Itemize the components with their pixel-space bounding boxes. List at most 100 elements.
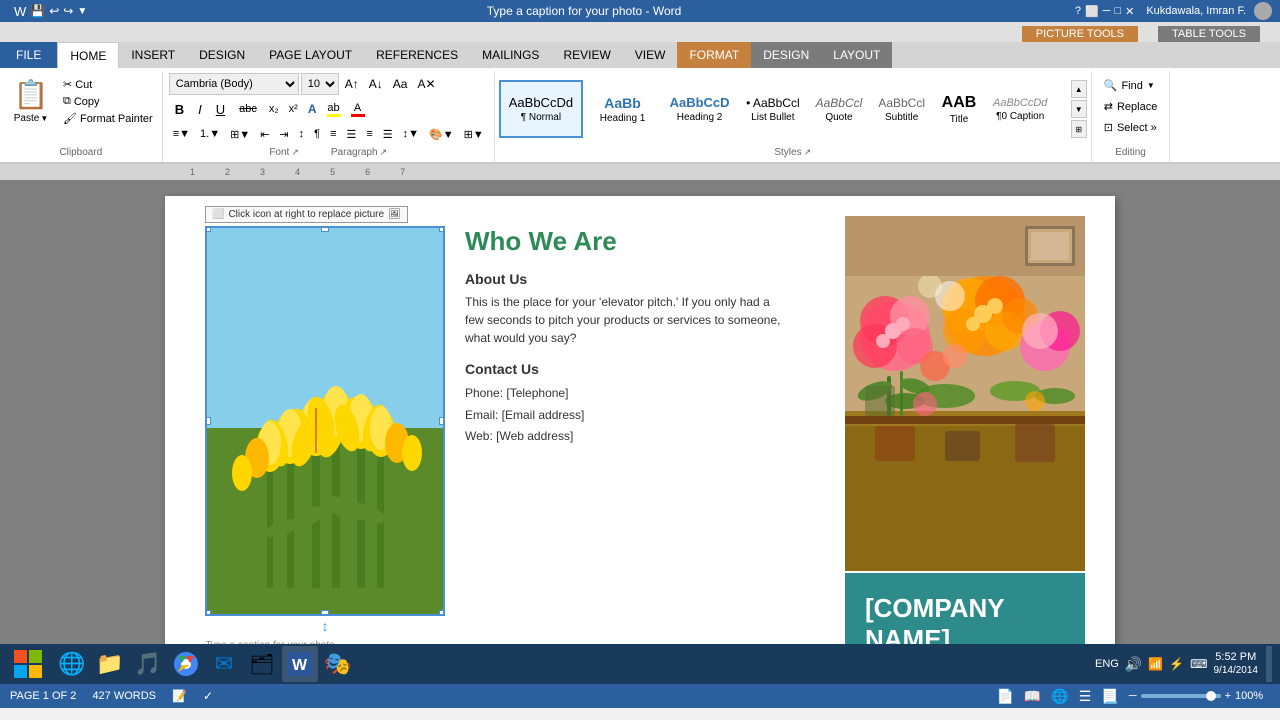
tab-insert[interactable]: INSERT bbox=[119, 42, 187, 68]
zoom-minus-button[interactable]: ─ bbox=[1129, 690, 1137, 702]
replace-button[interactable]: ⇄ Replace bbox=[1100, 98, 1162, 115]
view-draft-icon[interactable]: 📃 bbox=[1101, 688, 1118, 705]
view-reading-icon[interactable]: 📖 bbox=[1024, 688, 1041, 705]
context-tab-picture[interactable]: PICTURE TOOLS bbox=[1022, 26, 1138, 42]
show-paragraph-button[interactable]: ¶ bbox=[310, 123, 324, 145]
taskbar-outlook-icon[interactable]: ✉ bbox=[206, 646, 242, 682]
handle-lc[interactable] bbox=[205, 417, 211, 425]
maximize-icon[interactable]: □ bbox=[1114, 5, 1121, 17]
view-web-icon[interactable]: 🌐 bbox=[1051, 688, 1068, 705]
superscript-button[interactable]: x² bbox=[285, 98, 302, 120]
taskbar-chrome-icon[interactable] bbox=[168, 646, 204, 682]
taskbar-network-icon[interactable]: 📶 bbox=[1148, 657, 1163, 671]
tab-layout[interactable]: LAYOUT bbox=[821, 42, 892, 68]
tab-design[interactable]: DESIGN bbox=[187, 42, 257, 68]
style-heading1[interactable]: AaBb Heading 1 bbox=[585, 80, 660, 138]
styles-expand[interactable]: ⊞ bbox=[1071, 120, 1087, 138]
tab-references[interactable]: REFERENCES bbox=[364, 42, 470, 68]
tab-pagelayout[interactable]: PAGE LAYOUT bbox=[257, 42, 364, 68]
styles-expand-icon[interactable]: ↗ bbox=[804, 147, 812, 158]
style-caption[interactable]: AaBbCcDd ¶0 Caption bbox=[986, 80, 1054, 138]
shading-button[interactable]: 🎨▼ bbox=[425, 123, 458, 145]
minimize-icon[interactable]: ─ bbox=[1103, 5, 1111, 17]
sort-button[interactable]: ↕ bbox=[295, 123, 309, 145]
decrease-font-button[interactable]: A↓ bbox=[365, 73, 387, 95]
handle-tc[interactable] bbox=[321, 226, 329, 232]
align-center-button[interactable]: ☰ bbox=[342, 123, 360, 145]
tab-design2[interactable]: DESIGN bbox=[751, 42, 821, 68]
rotate-handle[interactable]: ↕ bbox=[205, 618, 445, 636]
undo-icon[interactable]: ↩ bbox=[49, 4, 59, 18]
format-painter-button[interactable]: 🖌 Format Painter bbox=[60, 111, 156, 126]
tab-home[interactable]: HOME bbox=[57, 42, 119, 68]
font-color-button[interactable]: A bbox=[347, 98, 369, 120]
show-desktop-button[interactable] bbox=[1266, 646, 1272, 682]
ribbon-toggle-icon[interactable]: ⬜ bbox=[1085, 5, 1099, 18]
zoom-slider[interactable] bbox=[1141, 694, 1221, 698]
tab-view[interactable]: VIEW bbox=[623, 42, 678, 68]
zoom-level[interactable]: 100% bbox=[1235, 690, 1270, 702]
tab-mailings[interactable]: MAILINGS bbox=[470, 42, 551, 68]
text-effects-button[interactable]: A bbox=[304, 98, 321, 120]
multilevel-button[interactable]: ⊞▼ bbox=[226, 123, 254, 145]
strikethrough-button[interactable]: abc bbox=[233, 98, 263, 120]
increase-font-button[interactable]: A↑ bbox=[341, 73, 363, 95]
font-family-select[interactable]: Cambria (Body) bbox=[169, 73, 299, 95]
paste-button[interactable]: 📋 Paste ▼ bbox=[6, 73, 56, 126]
taskbar-ie-icon[interactable]: 🌐 bbox=[54, 646, 90, 682]
taskbar-other-icon[interactable]: 🎭 bbox=[320, 646, 356, 682]
redo-icon[interactable]: ↪ bbox=[63, 4, 73, 18]
copy-button[interactable]: ⧉ Copy bbox=[60, 94, 156, 109]
justify-button[interactable]: ☰ bbox=[379, 123, 397, 145]
highlight-button[interactable]: ab bbox=[323, 98, 345, 120]
view-outline-icon[interactable]: ☰ bbox=[1079, 688, 1092, 705]
styles-scroll-up[interactable]: ▲ bbox=[1071, 80, 1087, 98]
borders-button[interactable]: ⊞▼ bbox=[460, 123, 488, 145]
replace-picture-icon[interactable]: 🖼 bbox=[388, 209, 401, 220]
tab-format[interactable]: FORMAT bbox=[677, 42, 751, 68]
style-normal[interactable]: AaBbCcDd ¶ Normal bbox=[499, 80, 583, 138]
select-button[interactable]: ⊡ Select » bbox=[1100, 119, 1162, 136]
align-left-button[interactable]: ≡ bbox=[326, 123, 340, 145]
clear-format-button[interactable]: A✕ bbox=[413, 73, 439, 95]
find-button[interactable]: 🔍 Find ▼ bbox=[1100, 77, 1162, 94]
numbering-button[interactable]: 1.▼ bbox=[196, 123, 224, 145]
close-icon[interactable]: ✕ bbox=[1125, 5, 1134, 18]
cut-button[interactable]: ✂ Cut bbox=[60, 77, 156, 92]
line-spacing-button[interactable]: ↕▼ bbox=[399, 123, 423, 145]
para-expand-icon[interactable]: ↗ bbox=[380, 147, 388, 158]
italic-button[interactable]: I bbox=[192, 98, 208, 120]
save-icon[interactable]: 💾 bbox=[30, 4, 45, 18]
zoom-plus-button[interactable]: + bbox=[1225, 690, 1231, 702]
bullets-button[interactable]: ≡▼ bbox=[169, 123, 194, 145]
decrease-indent-button[interactable]: ⇤ bbox=[256, 123, 273, 145]
customize-icon[interactable]: ▼ bbox=[77, 6, 87, 17]
style-subtitle[interactable]: AaBbCcl Subtitle bbox=[871, 80, 932, 138]
align-right-button[interactable]: ≡ bbox=[362, 123, 376, 145]
taskbar-word-icon[interactable]: W bbox=[282, 646, 318, 682]
taskbar-speaker-icon[interactable]: 🔊 bbox=[1125, 656, 1142, 673]
style-list-bullet[interactable]: • AaBbCcl List Bullet bbox=[739, 80, 807, 138]
styles-scroll-down[interactable]: ▼ bbox=[1071, 100, 1087, 118]
font-size-select[interactable]: 10 bbox=[301, 73, 339, 95]
style-quote[interactable]: AaBbCcl Quote bbox=[809, 80, 870, 138]
tab-review[interactable]: REVIEW bbox=[551, 42, 622, 68]
underline-button[interactable]: U bbox=[210, 98, 231, 120]
context-tab-table[interactable]: TABLE TOOLS bbox=[1158, 26, 1260, 42]
left-image-section[interactable]: ⬜ Click icon at right to replace picture… bbox=[205, 226, 445, 644]
subscript-button[interactable]: x₂ bbox=[265, 98, 283, 120]
taskbar-files-icon[interactable]: 🗂 bbox=[244, 646, 280, 682]
taskbar-explorer-icon[interactable]: 📁 bbox=[92, 646, 128, 682]
taskbar-mediaplayer-icon[interactable]: 🎵 bbox=[130, 646, 166, 682]
font-expand-icon[interactable]: ↗ bbox=[291, 147, 299, 158]
taskbar-power-icon[interactable]: ⚡ bbox=[1169, 657, 1184, 671]
help-icon[interactable]: ? bbox=[1075, 5, 1081, 17]
start-button[interactable] bbox=[4, 646, 52, 682]
increase-indent-button[interactable]: ⇥ bbox=[275, 123, 292, 145]
left-photo[interactable] bbox=[205, 226, 445, 616]
tab-file[interactable]: FILE bbox=[0, 42, 57, 68]
change-case-button[interactable]: Aa bbox=[389, 73, 412, 95]
style-heading2[interactable]: AaBbCcD Heading 2 bbox=[662, 80, 737, 138]
taskbar-keyboard-icon[interactable]: ⌨ bbox=[1190, 657, 1207, 671]
handle-tl[interactable] bbox=[205, 226, 211, 232]
